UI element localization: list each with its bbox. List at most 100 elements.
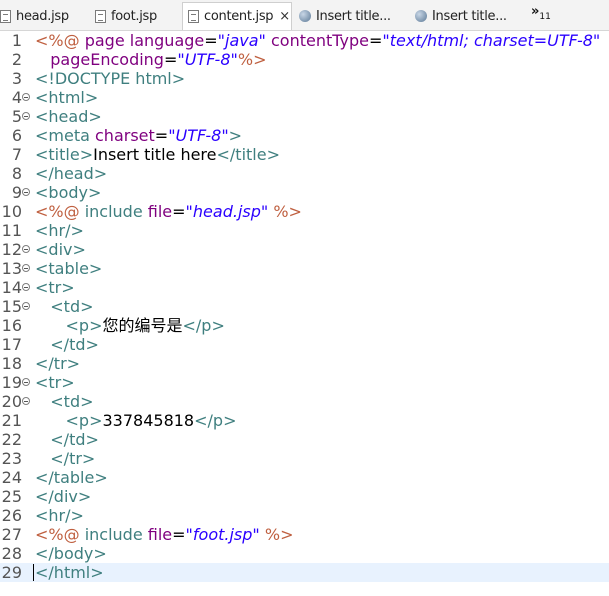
fold-toggle-icon[interactable] (22, 378, 30, 386)
code-line[interactable]: 2 pageEncoding="UTF-8"%> (0, 50, 609, 69)
code-text: <%@ include file="head.jsp" %> (35, 202, 302, 221)
tab-overflow-button[interactable]: »11 (531, 4, 551, 22)
line-number: 6 (11, 126, 22, 145)
code-token: </td> (50, 335, 99, 354)
tab-label: head.jsp (16, 8, 69, 24)
code-token: contentType (271, 31, 370, 50)
code-line[interactable]: 28 </body> (0, 544, 609, 563)
line-number: 9 (11, 183, 22, 202)
code-text: pageEncoding="UTF-8"%> (35, 50, 266, 69)
line-number: 15 (1, 297, 22, 316)
fold-toggle-icon[interactable] (22, 188, 30, 196)
browser-globe-icon (299, 10, 311, 22)
line-number: 1 (11, 31, 22, 50)
line-number: 22 (1, 430, 22, 449)
code-line[interactable]: 11 <hr/> (0, 221, 609, 240)
fold-toggle-icon[interactable] (22, 264, 30, 272)
code-line[interactable]: 27 <%@ include file="foot.jsp" %> (0, 525, 609, 544)
code-token: </title> (216, 145, 280, 164)
code-token: <!DOCTYPE html> (35, 69, 186, 88)
code-token: </p> (194, 411, 237, 430)
code-line[interactable]: 19 <tr> (0, 373, 609, 392)
code-line[interactable]: 5 <head> (0, 107, 609, 126)
code-token: <hr/> (35, 506, 84, 525)
line-number: 8 (11, 164, 22, 183)
code-text: <p>337845818</p> (35, 411, 237, 430)
close-icon[interactable]: × (279, 9, 290, 24)
line-number: 3 (11, 69, 22, 88)
line-number: 23 (1, 449, 22, 468)
code-line[interactable]: 15 <td> (0, 297, 609, 316)
code-line[interactable]: 8 </head> (0, 164, 609, 183)
line-number: 4 (11, 88, 22, 107)
code-token: "head.jsp" (185, 202, 269, 221)
code-line[interactable]: 29 </html> (0, 563, 609, 582)
tab-content-jsp[interactable]: content.jsp × (182, 2, 292, 30)
code-token: <div> (35, 240, 86, 259)
code-line[interactable]: 1 <%@ page language="java" contentType="t… (0, 31, 609, 50)
code-line[interactable]: 23 </tr> (0, 449, 609, 468)
fold-toggle-icon[interactable] (22, 397, 30, 405)
editor-tab-bar: head.jsp foot.jsp content.jsp × Insert t… (0, 0, 609, 31)
code-line[interactable]: 6 <meta charset="UTF-8"> (0, 126, 609, 145)
line-number: 10 (1, 202, 22, 221)
code-text: </tr> (35, 449, 95, 468)
code-editor[interactable]: 1 <%@ page language="java" contentType="t… (0, 31, 609, 596)
tab-browser-1[interactable]: Insert title... (299, 3, 403, 29)
code-line[interactable]: 13 <table> (0, 259, 609, 278)
code-line[interactable]: 14 <tr> (0, 278, 609, 297)
code-line[interactable]: 12 <div> (0, 240, 609, 259)
code-line[interactable]: 7 <title>Insert title here</title> (0, 145, 609, 164)
code-text: <%@ include file="foot.jsp" %> (35, 525, 293, 544)
code-line[interactable]: 21 <p>337845818</p> (0, 411, 609, 430)
code-text: </body> (35, 544, 107, 563)
code-token: = (154, 126, 169, 145)
code-text: <html> (35, 88, 98, 107)
code-line[interactable]: 18 </tr> (0, 354, 609, 373)
code-text: <hr/> (35, 506, 84, 525)
code-line[interactable]: 26 <hr/> (0, 506, 609, 525)
code-token: include (84, 202, 148, 221)
fold-toggle-icon[interactable] (22, 112, 30, 120)
tab-head-jsp[interactable]: head.jsp (0, 3, 82, 29)
code-line[interactable]: 16 <p>您的编号是</p> (0, 316, 609, 335)
code-token: <body> (35, 183, 102, 202)
code-line[interactable]: 10 <%@ include file="head.jsp" %> (0, 202, 609, 221)
code-line[interactable]: 24 </table> (0, 468, 609, 487)
code-line[interactable]: 22 </td> (0, 430, 609, 449)
code-token: "foot.jsp" (185, 525, 260, 544)
line-number: 26 (1, 506, 22, 525)
code-line[interactable]: 25 </div> (0, 487, 609, 506)
code-token: <html> (35, 88, 99, 107)
line-number: 13 (1, 259, 22, 278)
tab-browser-2[interactable]: Insert title... (415, 3, 519, 29)
fold-toggle-icon[interactable] (22, 93, 30, 101)
code-line[interactable]: 9 <body> (0, 183, 609, 202)
code-token: <meta (35, 126, 95, 145)
fold-toggle-icon[interactable] (22, 283, 30, 291)
code-token: %> (237, 50, 267, 69)
fold-toggle-icon[interactable] (22, 302, 30, 310)
code-token: <p> (65, 316, 103, 335)
code-token: = (163, 50, 178, 69)
code-token: <hr/> (35, 221, 84, 240)
code-text: </td> (35, 335, 99, 354)
code-line[interactable]: 17 </td> (0, 335, 609, 354)
code-text: </html> (35, 563, 104, 582)
code-text: <meta charset="UTF-8"> (35, 126, 242, 145)
code-line[interactable]: 20 <td> (0, 392, 609, 411)
tab-foot-jsp[interactable]: foot.jsp (95, 3, 175, 29)
code-line[interactable]: 4 <html> (0, 88, 609, 107)
code-token: <td> (50, 392, 94, 411)
code-token: </div> (35, 487, 92, 506)
line-number: 25 (1, 487, 22, 506)
fold-toggle-icon[interactable] (22, 245, 30, 253)
code-line[interactable]: 3 <!DOCTYPE html> (0, 69, 609, 88)
line-number: 11 (1, 221, 22, 240)
